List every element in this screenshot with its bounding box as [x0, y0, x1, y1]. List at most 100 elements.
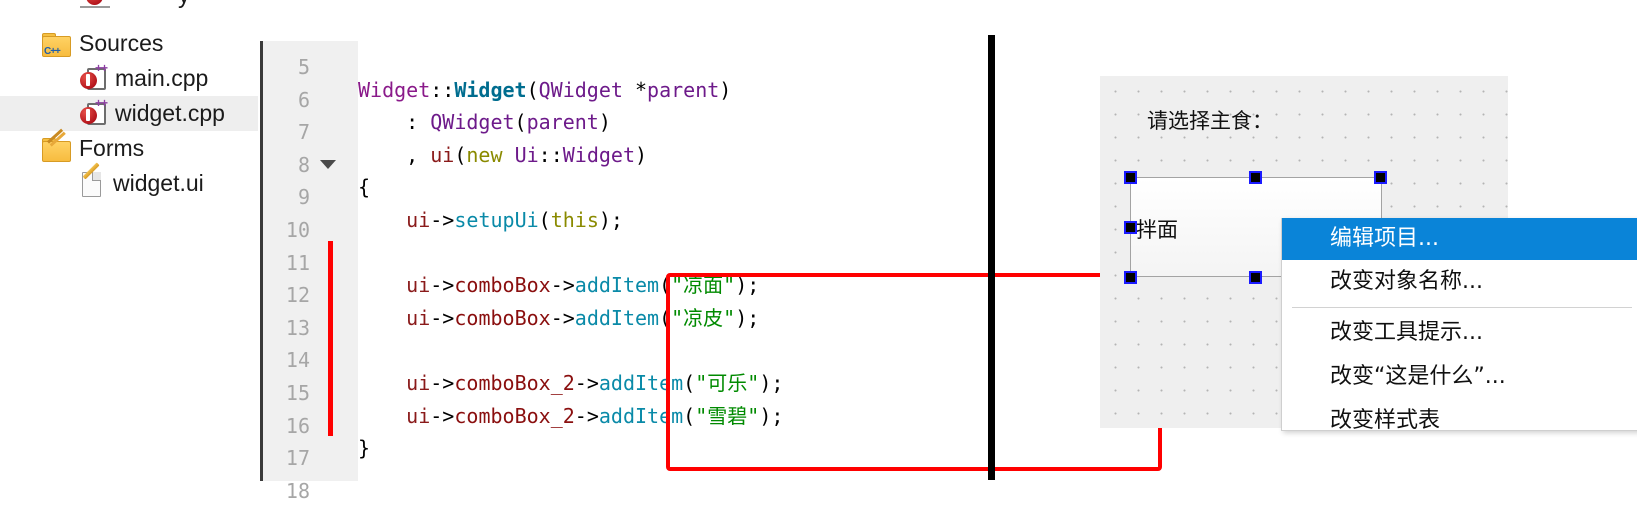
code-token: parent — [526, 110, 599, 135]
line-number: 5 — [297, 55, 310, 79]
cpp-file-icon-clipped — [86, 0, 103, 5]
code-line[interactable]: { — [358, 171, 958, 204]
code-token: QWidget — [430, 110, 515, 135]
code-token: :: — [430, 77, 455, 102]
code-line[interactable] — [358, 334, 958, 367]
code-line[interactable]: ui->comboBox_2->addItem("雪碧"); — [358, 400, 958, 433]
code-line[interactable]: ui->setupUi(this); — [358, 204, 958, 237]
code-token: ( — [659, 305, 672, 330]
tree-item-widget-cpp[interactable]: ++ widget.cpp — [0, 96, 258, 131]
resize-handle-top-left[interactable] — [1124, 171, 1137, 184]
code-token: comboBox — [454, 273, 551, 298]
resize-handle-top-center[interactable] — [1249, 171, 1262, 184]
code-token: -> — [574, 370, 599, 395]
code-line[interactable]: } — [358, 432, 958, 465]
code-token: ( — [659, 273, 672, 298]
code-token: QWidget — [538, 77, 623, 102]
line-number: 16 — [285, 413, 310, 438]
code-line[interactable]: ui->comboBox_2->addItem("可乐"); — [358, 367, 958, 400]
code-token: ( — [683, 370, 696, 395]
code-token: "凉面" — [671, 273, 736, 298]
tree-item-forms[interactable]: Forms — [0, 128, 258, 166]
code-line[interactable] — [358, 237, 958, 270]
tree-item-sources[interactable]: C++ Sources — [0, 26, 258, 61]
code-token: ui — [430, 142, 455, 167]
resize-handle-top-right[interactable] — [1374, 171, 1387, 184]
line-number: 8 — [297, 152, 310, 177]
tree-clipped-top-row: y — [0, 0, 258, 26]
code-line[interactable]: , ui(new Ui::Widget) — [358, 139, 958, 172]
project-tree[interactable]: C++ Sources ++ main.cpp ++ widget.cpp Fo… — [0, 26, 258, 246]
code-token: addItem — [598, 370, 684, 395]
code-token: this — [550, 207, 599, 232]
tree-item-widget-ui[interactable]: widget.ui — [0, 161, 258, 201]
code-token: new — [466, 142, 503, 167]
code-token: setupUi — [454, 207, 539, 232]
fold-collapse-icon[interactable] — [320, 159, 336, 169]
cpp-file-icon: ++ — [80, 97, 108, 127]
line-number: 9 — [297, 185, 310, 210]
line-number: 7 — [297, 120, 310, 145]
code-token: , — [358, 142, 431, 167]
tree-item-label: Forms — [79, 135, 145, 161]
tree-item-label: Sources — [79, 30, 164, 56]
combobox-current-text: 拌面 — [1136, 218, 1178, 242]
form-prompt-label: 请选择主食： — [1147, 109, 1273, 133]
code-token: comboBox_2 — [454, 403, 575, 428]
code-token: Widget — [358, 77, 431, 102]
tree-item-label: widget.cpp — [115, 100, 225, 126]
line-number: 18 — [285, 478, 310, 503]
ui-file-icon — [80, 161, 104, 197]
folder-forms-icon — [42, 128, 71, 162]
code-line[interactable]: ui->comboBox->addItem("凉皮"); — [358, 302, 958, 335]
menu-separator — [1292, 307, 1632, 308]
code-token: Widget — [454, 77, 527, 102]
code-token: -> — [430, 403, 455, 428]
code-token: Ui — [514, 142, 539, 167]
code-line[interactable]: : QWidget(parent) — [358, 106, 958, 139]
context-menu-item[interactable]: 编辑项目... — [1282, 218, 1637, 260]
code-token: addItem — [598, 403, 684, 428]
code-line[interactable] — [358, 465, 958, 498]
context-menu-item[interactable]: 改变工具提示... — [1282, 311, 1637, 355]
code-token: comboBox — [454, 305, 551, 330]
resize-handle-middle-left[interactable] — [1124, 221, 1137, 234]
code-token: ( — [454, 142, 467, 167]
tree-item-main-cpp[interactable]: ++ main.cpp — [0, 61, 258, 96]
context-menu-item[interactable]: 改变对象名称... — [1282, 260, 1637, 304]
resize-handle-bottom-center[interactable] — [1249, 271, 1262, 284]
context-menu-item[interactable]: 改变“这是什么”... — [1282, 355, 1637, 399]
code-token: ) — [598, 110, 611, 135]
code-token: ui — [406, 403, 431, 428]
line-number: 6 — [297, 87, 310, 112]
code-line[interactable]: ui->comboBox->addItem("凉面"); — [358, 269, 958, 302]
code-token: :: — [538, 142, 563, 167]
code-text[interactable]: Widget::Widget(QWidget *parent) : QWidge… — [358, 41, 958, 497]
code-line[interactable]: Widget::Widget(QWidget *parent) — [358, 74, 958, 107]
code-token: ); — [759, 403, 784, 428]
code-token: -> — [430, 273, 455, 298]
tree-item-label: widget.ui — [113, 170, 204, 196]
code-token: ( — [683, 403, 696, 428]
line-number-gutter: 5 6 7 8 9 10 11 12 13 14 15 16 17 18 — [260, 41, 358, 503]
code-token: Widget — [562, 142, 635, 167]
code-token: ( — [538, 207, 551, 232]
line-number: 15 — [285, 381, 310, 405]
context-menu[interactable]: 编辑项目... 改变对象名称... 改变工具提示... 改变“这是什么”... 改变样式… — [1281, 218, 1637, 431]
code-token: ) — [719, 77, 732, 102]
code-token: addItem — [574, 273, 660, 298]
code-token: -> — [430, 305, 455, 330]
code-token: parent — [647, 77, 720, 102]
code-editor[interactable]: 5 6 7 8 9 10 11 12 13 14 15 16 17 18 Widget::Widget(Q… — [260, 41, 1162, 503]
context-menu-item[interactable]: 改变样式表 — [1282, 399, 1637, 430]
resize-handle-bottom-left[interactable] — [1124, 271, 1137, 284]
line-number: 17 — [285, 446, 310, 471]
line-number: 12 — [285, 283, 310, 308]
panel-divider — [988, 35, 995, 480]
code-line[interactable] — [358, 41, 958, 74]
